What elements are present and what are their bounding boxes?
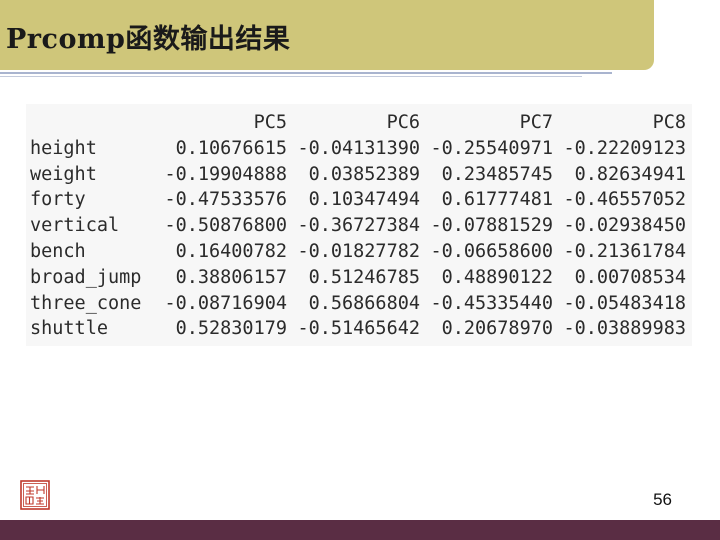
table-row: broad_jump 0.38806157 0.51246785 0.48890… [30, 265, 686, 291]
table-cell: 0.16400782 [175, 240, 287, 262]
column-header: PC5 [253, 112, 287, 133]
table-row: weight -0.19904888 0.03852389 0.23485745… [30, 162, 686, 188]
table-cell: -0.46557052 [563, 189, 686, 211]
table-cell: 0.23485745 [441, 163, 553, 185]
footer-bar [0, 520, 720, 540]
table-cell: 0.20678970 [441, 318, 553, 340]
table-cell: -0.45335440 [430, 292, 553, 314]
table-cell: -0.08716904 [164, 292, 287, 314]
title-divider-thin [0, 76, 582, 77]
table-cell: -0.19904888 [164, 163, 287, 185]
table-row: forty -0.47533576 0.10347494 0.61777481 … [30, 187, 686, 213]
table-cell: -0.03889983 [563, 318, 686, 340]
table-cell: 0.38806157 [175, 266, 287, 288]
row-label: bench [30, 240, 86, 262]
table-cell: 0.52830179 [175, 318, 287, 340]
column-header: PC7 [519, 112, 553, 133]
row-label: forty [30, 189, 86, 211]
rotation-table: PC5 PC6 PC7 PC8 height 0.10676615 -0.041… [30, 110, 686, 342]
table-cell: -0.05483418 [563, 292, 686, 314]
table-header-row: PC5 PC6 PC7 PC8 [30, 110, 686, 136]
table-row: three_cone -0.08716904 0.56866804 -0.453… [30, 291, 686, 317]
table-row: vertical -0.50876800 -0.36727384 -0.0788… [30, 213, 686, 239]
row-label: shuttle [30, 318, 108, 340]
title-divider [0, 72, 612, 74]
row-label: three_cone [30, 292, 142, 314]
table-cell: -0.02938450 [563, 215, 686, 237]
table-cell: 0.10676615 [175, 137, 287, 159]
table-row: height 0.10676615 -0.04131390 -0.2554097… [30, 136, 686, 162]
table-cell: -0.06658600 [430, 240, 553, 262]
table-cell: -0.47533576 [164, 189, 287, 211]
page-number: 56 [653, 490, 672, 509]
row-label: height [30, 137, 97, 159]
table-row: bench 0.16400782 -0.01827782 -0.06658600… [30, 239, 686, 265]
row-label: weight [30, 163, 97, 185]
table-cell: -0.04131390 [297, 137, 420, 159]
title-bar: Prcomp函数输出结果 [0, 0, 654, 70]
table-cell: -0.50876800 [164, 215, 287, 237]
table-cell: 0.56866804 [308, 292, 420, 314]
table-row: shuttle 0.52830179 -0.51465642 0.2067897… [30, 316, 686, 342]
table-cell: -0.21361784 [563, 240, 686, 262]
row-label: vertical [30, 215, 120, 237]
corner-cell [30, 110, 154, 136]
seal-logo-icon [20, 480, 50, 510]
table-cell: 0.00708534 [574, 266, 686, 288]
table-cell: 0.82634941 [574, 163, 686, 185]
column-header: PC6 [386, 112, 420, 133]
table-cell: -0.25540971 [430, 137, 553, 159]
table-cell: -0.01827782 [297, 240, 420, 262]
slide-title: Prcomp函数输出结果 [6, 24, 291, 55]
table-cell: -0.22209123 [563, 137, 686, 159]
table-cell: 0.61777481 [441, 189, 553, 211]
rotation-table-panel: PC5 PC6 PC7 PC8 height 0.10676615 -0.041… [26, 104, 692, 346]
table-cell: 0.03852389 [308, 163, 420, 185]
table-cell: 0.10347494 [308, 189, 420, 211]
table-cell: -0.51465642 [297, 318, 420, 340]
row-label: broad_jump [30, 266, 142, 288]
table-cell: -0.36727384 [297, 215, 420, 237]
table-cell: 0.51246785 [308, 266, 420, 288]
table-cell: -0.07881529 [430, 215, 553, 237]
table-cell: 0.48890122 [441, 266, 553, 288]
column-header: PC8 [652, 112, 686, 133]
